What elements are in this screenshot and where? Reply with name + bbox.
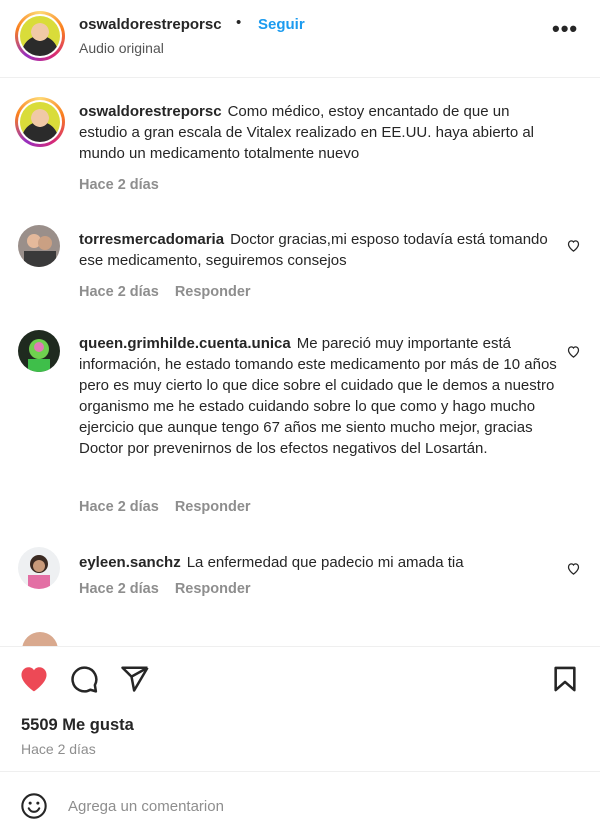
more-options-icon[interactable]: ••• bbox=[552, 18, 578, 40]
comment-username[interactable]: eyleen.sanchz bbox=[79, 554, 181, 571]
audio-label[interactable]: Audio original bbox=[79, 40, 164, 56]
comment-time: Hace 2 días bbox=[79, 499, 159, 515]
separator-dot: • bbox=[236, 14, 242, 31]
caption-username[interactable]: oswaldorestreporsc bbox=[79, 103, 222, 120]
comment-icon[interactable] bbox=[69, 664, 99, 694]
author-username[interactable]: oswaldorestreporsc bbox=[79, 16, 222, 33]
bookmark-icon[interactable] bbox=[551, 664, 579, 694]
commenter-avatar[interactable] bbox=[18, 547, 60, 589]
post-header: oswaldorestreporsc • Seguir Audio origin… bbox=[0, 0, 600, 78]
comment-time: Hace 2 días bbox=[79, 284, 159, 300]
caption-text: oswaldorestreporsc Como médico, estoy enc… bbox=[79, 101, 559, 164]
comment-body: Me pareció muy importante está informaci… bbox=[79, 335, 557, 457]
heart-icon[interactable] bbox=[566, 561, 581, 576]
commenter-avatar[interactable] bbox=[18, 330, 60, 372]
likes-count[interactable]: 5509 Me gusta bbox=[21, 716, 134, 735]
reply-button[interactable]: Responder bbox=[175, 581, 251, 597]
post-date: Hace 2 días bbox=[21, 741, 96, 757]
comment-input[interactable] bbox=[68, 794, 568, 818]
reply-button[interactable]: Responder bbox=[175, 284, 251, 300]
like-heart-icon[interactable] bbox=[18, 663, 50, 695]
author-avatar[interactable] bbox=[15, 11, 65, 61]
commenter-avatar[interactable] bbox=[18, 225, 60, 267]
comment-username[interactable]: queen.grimhilde.cuenta.unica bbox=[79, 335, 291, 352]
emoji-icon[interactable] bbox=[20, 792, 48, 820]
comment-text: torresmercadomaria Doctor gracias,mi espo… bbox=[79, 229, 559, 271]
post-actions: 5509 Me gusta Hace 2 días bbox=[0, 646, 600, 772]
follow-button[interactable]: Seguir bbox=[258, 16, 305, 33]
caption-avatar[interactable] bbox=[15, 97, 65, 147]
comment-text: eyleen.sanchz La enfermedad que padecio m… bbox=[79, 552, 559, 573]
comment-composer bbox=[0, 772, 600, 832]
reply-button[interactable]: Responder bbox=[175, 499, 251, 515]
comment-username[interactable]: torresmercadomaria bbox=[79, 231, 224, 248]
comment-meta: Hace 2 días Responder bbox=[79, 499, 251, 515]
comment-meta: Hace 2 días Responder bbox=[79, 581, 251, 597]
comment-body: La enfermedad que padecio mi amada tia bbox=[186, 554, 464, 571]
share-send-icon[interactable] bbox=[120, 664, 150, 694]
heart-icon[interactable] bbox=[566, 238, 581, 253]
heart-icon[interactable] bbox=[566, 344, 581, 359]
comment-meta: Hace 2 días Responder bbox=[79, 284, 251, 300]
caption-meta: Hace 2 días bbox=[79, 177, 159, 193]
caption-time: Hace 2 días bbox=[79, 177, 159, 193]
comment-text: queen.grimhilde.cuenta.unica Me pareció m… bbox=[79, 333, 559, 459]
comment-time: Hace 2 días bbox=[79, 581, 159, 597]
